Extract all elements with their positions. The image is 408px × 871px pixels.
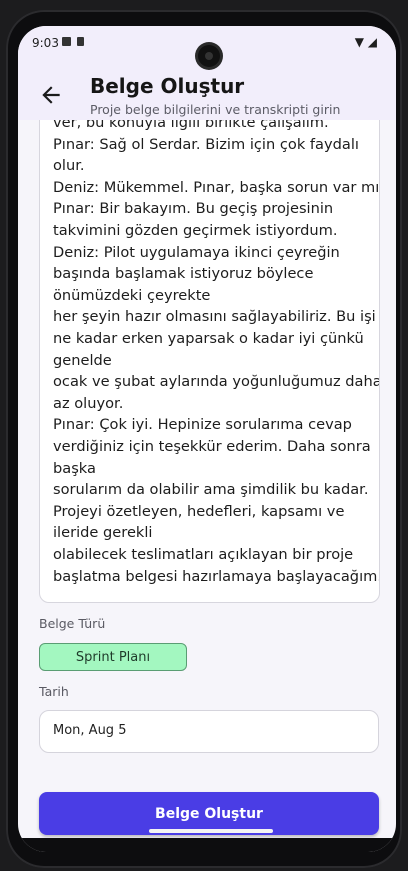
home-gesture-bar[interactable] (149, 829, 273, 833)
app-screen: 9:03 ▼ ◢ Belge Oluştur Proje belge bilgi… (18, 26, 396, 852)
transcript-line: sorularım da olabilir ama şimdilik bu ka… (53, 481, 369, 499)
transcript-textarea[interactable]: ver, bu konuyla ilgili birlikte çalışalı… (39, 120, 380, 603)
transcript-line: takvimini gözden geçirmek istiyordum. (53, 222, 338, 239)
transcript-line: genelde (53, 351, 112, 369)
transcript-line: önümüzdeki çeyrekte (53, 286, 211, 304)
doc-type-label: Belge Türü (39, 616, 106, 631)
transcript-line: ver, bu konuyla ilgili birlikte çalışalı… (53, 120, 329, 131)
doc-type-chip[interactable]: Sprint Planı (39, 643, 187, 671)
transcript-line: Deniz: Mükemmel. Pınar, başka sorun var … (53, 178, 380, 196)
transcript-line: ileride gerekli (53, 524, 153, 542)
transcript-line: az oluyor. (53, 394, 124, 412)
signal-icon: ◢ (367, 35, 377, 49)
notification-icon (62, 37, 71, 46)
transcript-line: Pınar: Bir bakayım. Bu geçiş projesinin (53, 200, 334, 218)
transcript-line: olur. (53, 157, 85, 175)
transcript-line: Deniz: Pilot uygulamaya ikinci çeyreğin (53, 243, 340, 261)
status-time: 9:03 (32, 36, 59, 50)
transcript-line: başka (53, 459, 96, 477)
transcript-line: ocak ve şubat aylarında yoğunluğumuz dah… (53, 373, 380, 391)
system-nav-bar (18, 838, 396, 852)
date-field[interactable]: Mon, Aug 5 (39, 710, 379, 753)
transcript-line: her şeyin hazır olmasını sağlayabiliriz.… (53, 308, 376, 326)
date-value: Mon, Aug 5 (53, 723, 127, 738)
page-title: Belge Oluştur (90, 74, 245, 98)
transcript-line: Projeyi özetleyen, hedefleri, kapsamı ve (53, 502, 345, 520)
front-camera (198, 45, 220, 67)
page-subtitle: Proje belge bilgilerini ve transkripti g… (90, 102, 341, 117)
transcript-line: verdiğiniz için teşekkür ederim. Daha so… (53, 438, 371, 455)
date-label: Tarih (39, 684, 69, 699)
back-arrow-icon[interactable] (38, 82, 64, 108)
wifi-icon: ▼ (354, 35, 364, 49)
transcript-line: Pınar: Sağ ol Serdar. Bizim için çok fay… (53, 135, 359, 153)
app-bar: Belge Oluştur Proje belge bilgilerini ve… (18, 58, 396, 120)
transcript-line: ne kadar erken yaparsak o kadar iyi çünk… (53, 330, 364, 347)
transcript-line: başında başlamak istiyoruz böylece (53, 265, 314, 283)
transcript-line: başlatma belgesi hazırlamaya başlayacağı… (53, 567, 380, 585)
transcript-line: olabilecek teslimatları açıklayan bir pr… (53, 546, 354, 563)
form-content: ver, bu konuyla ilgili birlikte çalışalı… (18, 120, 396, 852)
transcript-line: Pınar: Çok iyi. Hepinize sorularıma ceva… (53, 416, 352, 434)
phone-frame: 9:03 ▼ ◢ Belge Oluştur Proje belge bilgi… (6, 10, 402, 868)
storage-icon (77, 37, 84, 46)
